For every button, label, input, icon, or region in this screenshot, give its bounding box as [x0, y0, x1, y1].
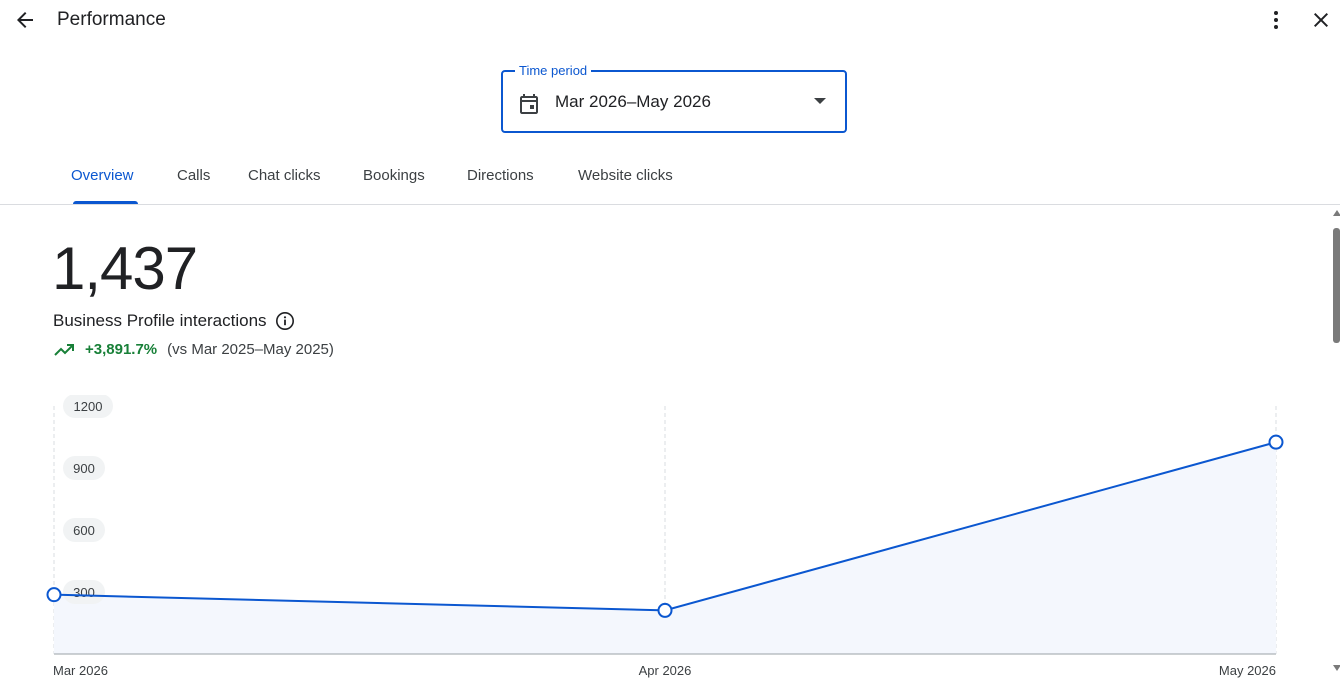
total-interactions-value: 1,437 — [52, 235, 198, 302]
metric-label-text: Business Profile interactions — [53, 311, 267, 330]
tab-chat-clicks[interactable]: Chat clicks — [248, 167, 321, 184]
y-tick-label-2: 900 — [73, 461, 95, 476]
top-bar: Performance — [0, 0, 1340, 42]
x-tick-label-0: Mar 2026 — [53, 663, 108, 678]
time-period-value: Mar 2026–May 2026 — [555, 92, 711, 111]
arrow-back-icon — [17, 12, 33, 28]
x-tick-label-1: Apr 2026 — [639, 663, 692, 678]
x-tick-label-2: May 2026 — [1219, 663, 1276, 678]
y-tick-label-3: 1200 — [74, 399, 103, 414]
back-button[interactable] — [9, 4, 41, 36]
metric-label: Business Profile interactions — [53, 311, 295, 331]
change-percent: +3,891.7% — [85, 341, 158, 358]
info-icon[interactable] — [275, 311, 295, 331]
time-period-label: Time period — [515, 63, 592, 79]
interactions-chart-svg: 300 600 900 1200 Mar 2026 Apr 2026 May 2026 — [46, 395, 1284, 678]
y-tick-label-0: 300 — [73, 585, 95, 600]
tab-overview[interactable]: Overview — [71, 167, 134, 184]
time-period-select[interactable]: Time period Mar 2026–May 2026 — [501, 63, 847, 133]
scroll-down-arrow[interactable] — [1333, 665, 1340, 671]
data-point-2 — [1268, 434, 1284, 450]
scroll-up-arrow[interactable] — [1333, 210, 1340, 216]
more-vert-icon — [1274, 11, 1278, 29]
calendar-icon — [517, 92, 541, 121]
close-button[interactable] — [1305, 4, 1337, 36]
scroll-thumb[interactable] — [1333, 228, 1340, 343]
chevron-down-icon — [814, 98, 826, 104]
active-tab-indicator — [73, 201, 138, 204]
interactions-chart: 300 600 900 1200 Mar 2026 Apr 2026 May 2026 — [0, 395, 1320, 679]
close-icon — [1314, 13, 1328, 27]
trending-up-icon — [53, 342, 75, 358]
scrollbar[interactable] — [1332, 210, 1340, 679]
data-point-1 — [657, 602, 673, 618]
y-tick-label-1: 600 — [73, 523, 95, 538]
tab-bar: Overview Calls Chat clicks Bookings Dire… — [0, 150, 1340, 205]
page-title: Performance — [57, 9, 166, 30]
change-row: +3,891.7% (vs Mar 2025–May 2025) — [53, 341, 334, 358]
tab-directions[interactable]: Directions — [467, 167, 534, 184]
change-comparison: (vs Mar 2025–May 2025) — [167, 341, 334, 358]
tab-calls[interactable]: Calls — [177, 167, 210, 184]
tab-bookings[interactable]: Bookings — [363, 167, 425, 184]
more-options-button[interactable] — [1260, 4, 1292, 36]
data-point-0 — [46, 587, 62, 603]
tab-website-clicks[interactable]: Website clicks — [578, 167, 673, 184]
